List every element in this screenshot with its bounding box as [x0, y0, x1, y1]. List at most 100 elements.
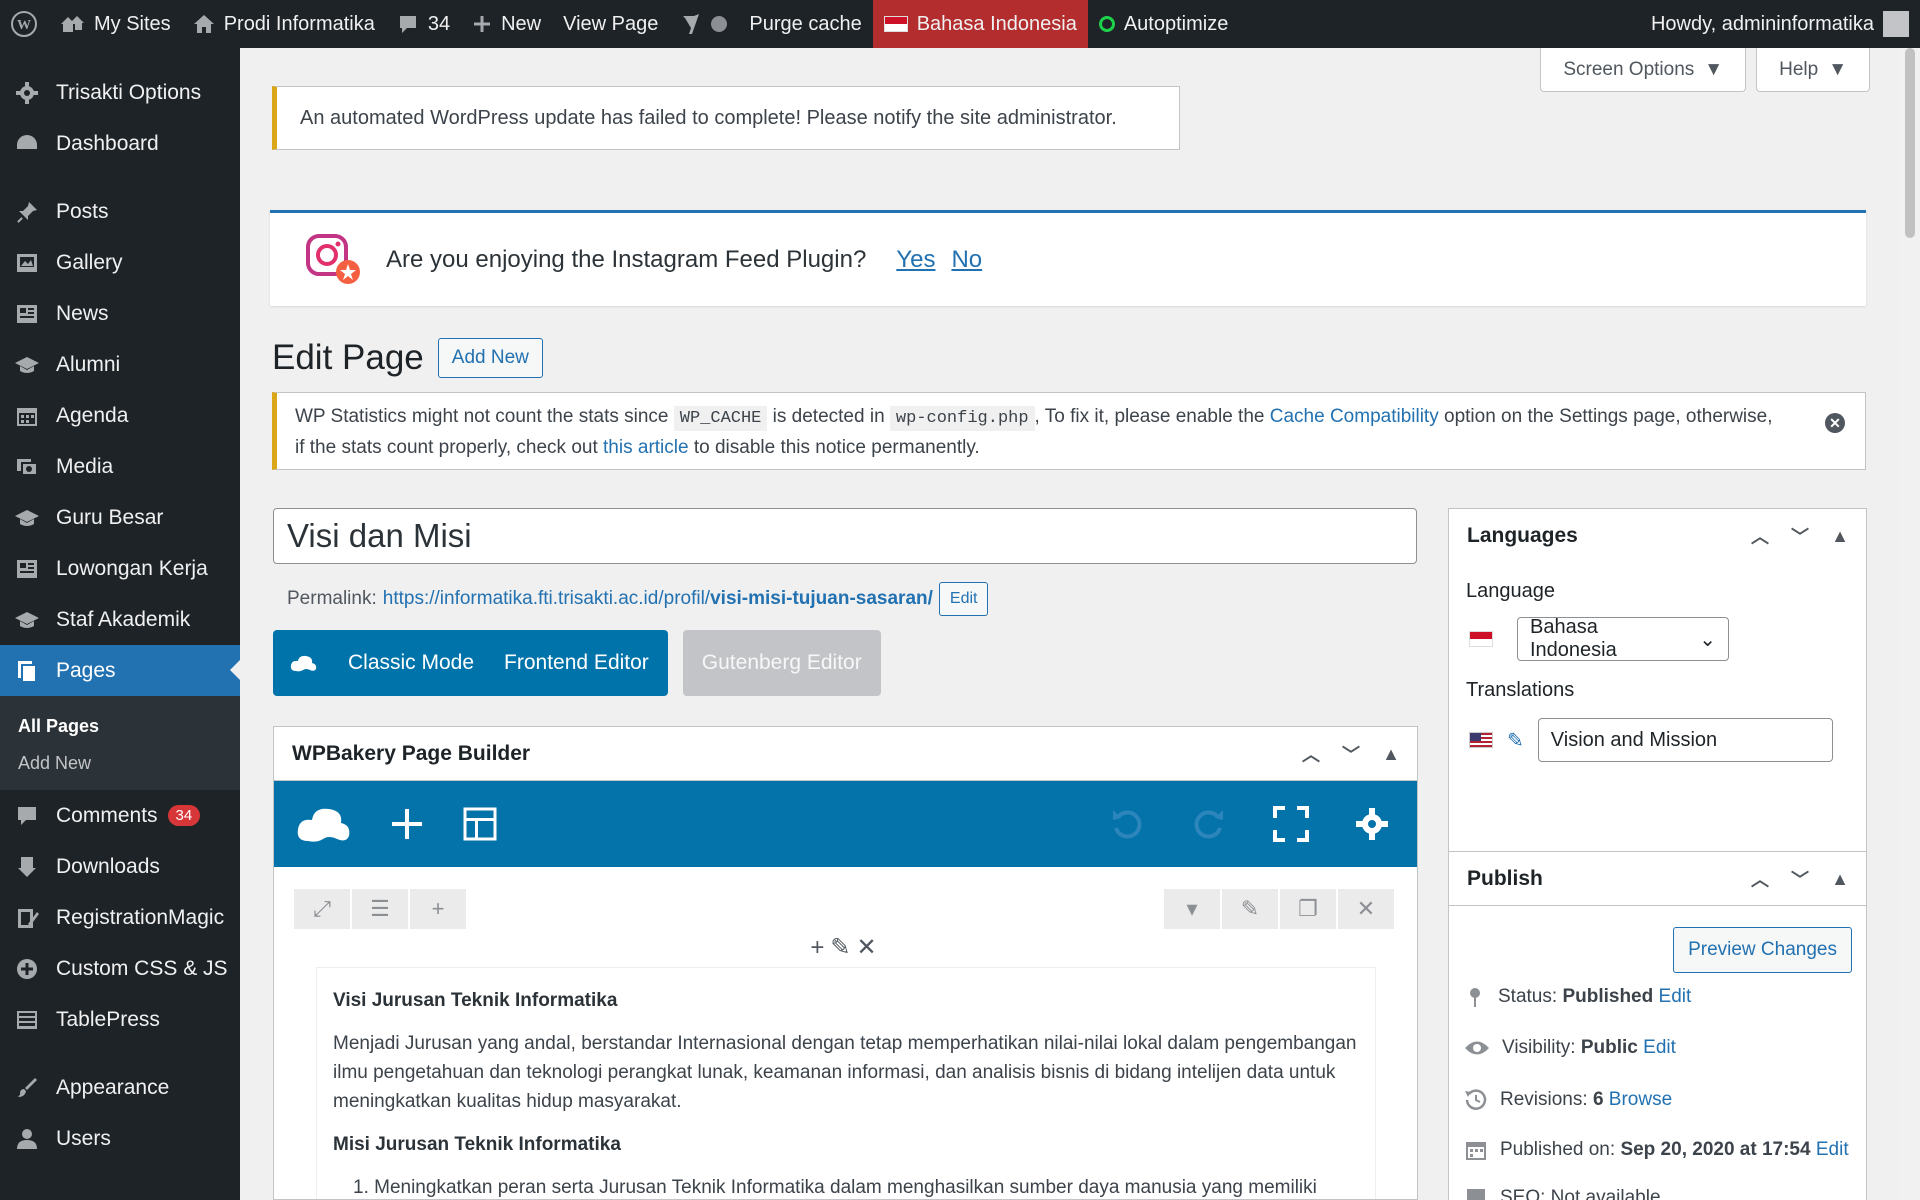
- gallery-icon: [14, 250, 40, 276]
- page-title-input[interactable]: Visi dan Misi: [273, 508, 1417, 564]
- sidebar-item-news[interactable]: News: [0, 288, 240, 339]
- wpbakery-logo-icon: [290, 655, 317, 672]
- sidebar-item-label: Posts: [56, 199, 109, 223]
- scrollbar-thumb[interactable]: [1905, 48, 1915, 238]
- sidebar-item-media[interactable]: Media: [0, 441, 240, 492]
- sidebar-item-downloads[interactable]: Downloads: [0, 841, 240, 892]
- move-down-icon[interactable]: ﹀: [1788, 523, 1812, 549]
- templates-icon[interactable]: [462, 806, 498, 842]
- yoast-menu[interactable]: [669, 0, 738, 48]
- stats-code: WP_CACHE: [673, 406, 768, 431]
- submenu-all-pages[interactable]: All Pages: [0, 708, 240, 745]
- gutenberg-editor-button[interactable]: Gutenberg Editor: [682, 630, 881, 696]
- row-delete-icon[interactable]: ✕: [1338, 889, 1394, 929]
- frontend-editor-button[interactable]: Frontend Editor: [504, 651, 649, 675]
- caret-down-icon: ▼: [1828, 58, 1847, 80]
- visibility-value: Public: [1580, 1037, 1638, 1058]
- row-toggle-icon[interactable]: ▾: [1164, 889, 1220, 929]
- submenu-add-new[interactable]: Add New: [0, 745, 240, 782]
- this-article-link[interactable]: this article: [603, 437, 689, 458]
- sidebar-item-tablepress[interactable]: TablePress: [0, 994, 240, 1045]
- toggle-panel-icon[interactable]: ▲: [1379, 744, 1403, 765]
- purge-cache-button[interactable]: Purge cache: [738, 0, 872, 48]
- move-down-icon[interactable]: ﹀: [1339, 741, 1363, 767]
- new-content-menu[interactable]: New: [461, 0, 552, 48]
- visibility-row: Visibility: Public Edit: [1464, 1037, 1676, 1059]
- sidebar-item-posts[interactable]: Posts: [0, 186, 240, 237]
- language-switcher[interactable]: Bahasa Indonesia: [872, 0, 1088, 48]
- row-move-icon[interactable]: ⤢: [294, 889, 350, 929]
- published-on-row: Published on: Sep 20, 2020 at 17:54 Edit: [1464, 1138, 1849, 1162]
- move-up-icon[interactable]: ︿: [1748, 866, 1772, 892]
- seo-icon: [1467, 1189, 1485, 1200]
- close-icon[interactable]: ✕: [1825, 413, 1845, 433]
- sidebar-item-trisakti-options[interactable]: Trisakti Options: [0, 67, 240, 118]
- sidebar-item-staf-akademik[interactable]: Staf Akademik: [0, 594, 240, 645]
- preview-changes-button[interactable]: Preview Changes: [1673, 927, 1852, 973]
- seo-text: SEO: Not available: [1500, 1187, 1661, 1200]
- sidebar-item-registrationmagic[interactable]: RegistrationMagic: [0, 892, 240, 943]
- visibility-edit-link[interactable]: Edit: [1643, 1037, 1676, 1058]
- row-clone-icon[interactable]: ❐: [1280, 889, 1336, 929]
- add-new-page-button[interactable]: Add New: [437, 338, 543, 378]
- move-down-icon[interactable]: ﹀: [1788, 866, 1812, 892]
- wordpress-logo-icon[interactable]: W: [0, 0, 48, 48]
- column-add-icon[interactable]: +: [810, 934, 830, 961]
- comments-menu[interactable]: 34: [386, 0, 461, 48]
- row-layout-icon[interactable]: ☰: [352, 889, 408, 929]
- view-page-link[interactable]: View Page: [552, 0, 669, 48]
- sidebar-item-dashboard[interactable]: Dashboard: [0, 118, 240, 169]
- pencil-icon[interactable]: ✎: [1507, 728, 1524, 753]
- instagram-no-link[interactable]: No: [951, 246, 982, 274]
- toggle-panel-icon[interactable]: ▲: [1828, 526, 1852, 547]
- screen-options-button[interactable]: Screen Options ▼: [1540, 48, 1747, 92]
- fullscreen-icon[interactable]: [1273, 806, 1309, 842]
- permalink-edit-button[interactable]: Edit: [938, 582, 989, 616]
- cache-compatibility-link[interactable]: Cache Compatibility: [1270, 406, 1439, 427]
- browse-revisions-link[interactable]: Browse: [1609, 1089, 1672, 1110]
- sidebar-item-guru-besar[interactable]: Guru Besar: [0, 492, 240, 543]
- status-edit-link[interactable]: Edit: [1659, 986, 1692, 1007]
- account-menu[interactable]: Howdy, admininformatika: [1640, 0, 1920, 48]
- wpbakery-logo-icon[interactable]: [296, 803, 352, 845]
- column-edit-icon[interactable]: ✎: [830, 934, 856, 961]
- classic-mode-button[interactable]: Classic Mode: [348, 651, 474, 675]
- published-label: Published on:: [1500, 1139, 1616, 1160]
- translation-input[interactable]: Vision and Mission: [1537, 718, 1833, 762]
- languages-box-header: Languages ︿ ﹀ ▲: [1449, 509, 1866, 563]
- sidebar-item-label: Comments: [56, 803, 158, 827]
- howdy-label: Howdy, admininformatika: [1650, 12, 1874, 35]
- my-sites-menu[interactable]: My Sites: [48, 0, 182, 48]
- sidebar-item-pages[interactable]: Pages: [0, 645, 240, 696]
- language-select[interactable]: Bahasa Indonesia ⌄: [1517, 616, 1729, 661]
- toggle-panel-icon[interactable]: ▲: [1828, 869, 1852, 890]
- instagram-yes-link[interactable]: Yes: [896, 246, 935, 274]
- undo-icon[interactable]: [1109, 806, 1145, 842]
- sidebar-item-gallery[interactable]: Gallery: [0, 237, 240, 288]
- published-edit-link[interactable]: Edit: [1816, 1139, 1849, 1160]
- plus-icon: [474, 16, 491, 32]
- sidebar-item-users[interactable]: Users: [0, 1113, 240, 1164]
- move-up-icon[interactable]: ︿: [1299, 741, 1323, 767]
- sidebar-item-alumni[interactable]: Alumni: [0, 339, 240, 390]
- revisions-value: 6: [1592, 1089, 1604, 1110]
- page-scrollbar[interactable]: [1900, 48, 1920, 1200]
- sidebar-item-lowongan-kerja[interactable]: Lowongan Kerja: [0, 543, 240, 594]
- row-edit-icon[interactable]: ✎: [1222, 889, 1278, 929]
- autoptimize-menu[interactable]: Autoptimize: [1088, 0, 1240, 48]
- sidebar-item-custom-css-js[interactable]: Custom CSS & JS: [0, 943, 240, 994]
- settings-gear-icon[interactable]: [1355, 807, 1389, 841]
- help-button[interactable]: Help ▼: [1756, 48, 1870, 92]
- column-delete-icon[interactable]: ✕: [857, 934, 883, 961]
- text-block-element[interactable]: Visi Jurusan Teknik Informatika Menjadi …: [316, 967, 1376, 1199]
- add-element-icon[interactable]: [390, 807, 424, 841]
- sidebar-item-appearance[interactable]: Appearance: [0, 1062, 240, 1113]
- sidebar-item-comments[interactable]: Comments 34: [0, 790, 240, 841]
- move-up-icon[interactable]: ︿: [1748, 523, 1772, 549]
- redo-icon[interactable]: [1191, 806, 1227, 842]
- visi-text: Menjadi Jurusan yang andal, berstandar I…: [333, 1033, 1357, 1112]
- row-add-column-icon[interactable]: +: [410, 889, 466, 929]
- sidebar-item-agenda[interactable]: Agenda: [0, 390, 240, 441]
- site-name-menu[interactable]: Prodi Informatika: [182, 0, 386, 48]
- permalink-link[interactable]: https://informatika.fti.trisakti.ac.id/p…: [383, 588, 933, 610]
